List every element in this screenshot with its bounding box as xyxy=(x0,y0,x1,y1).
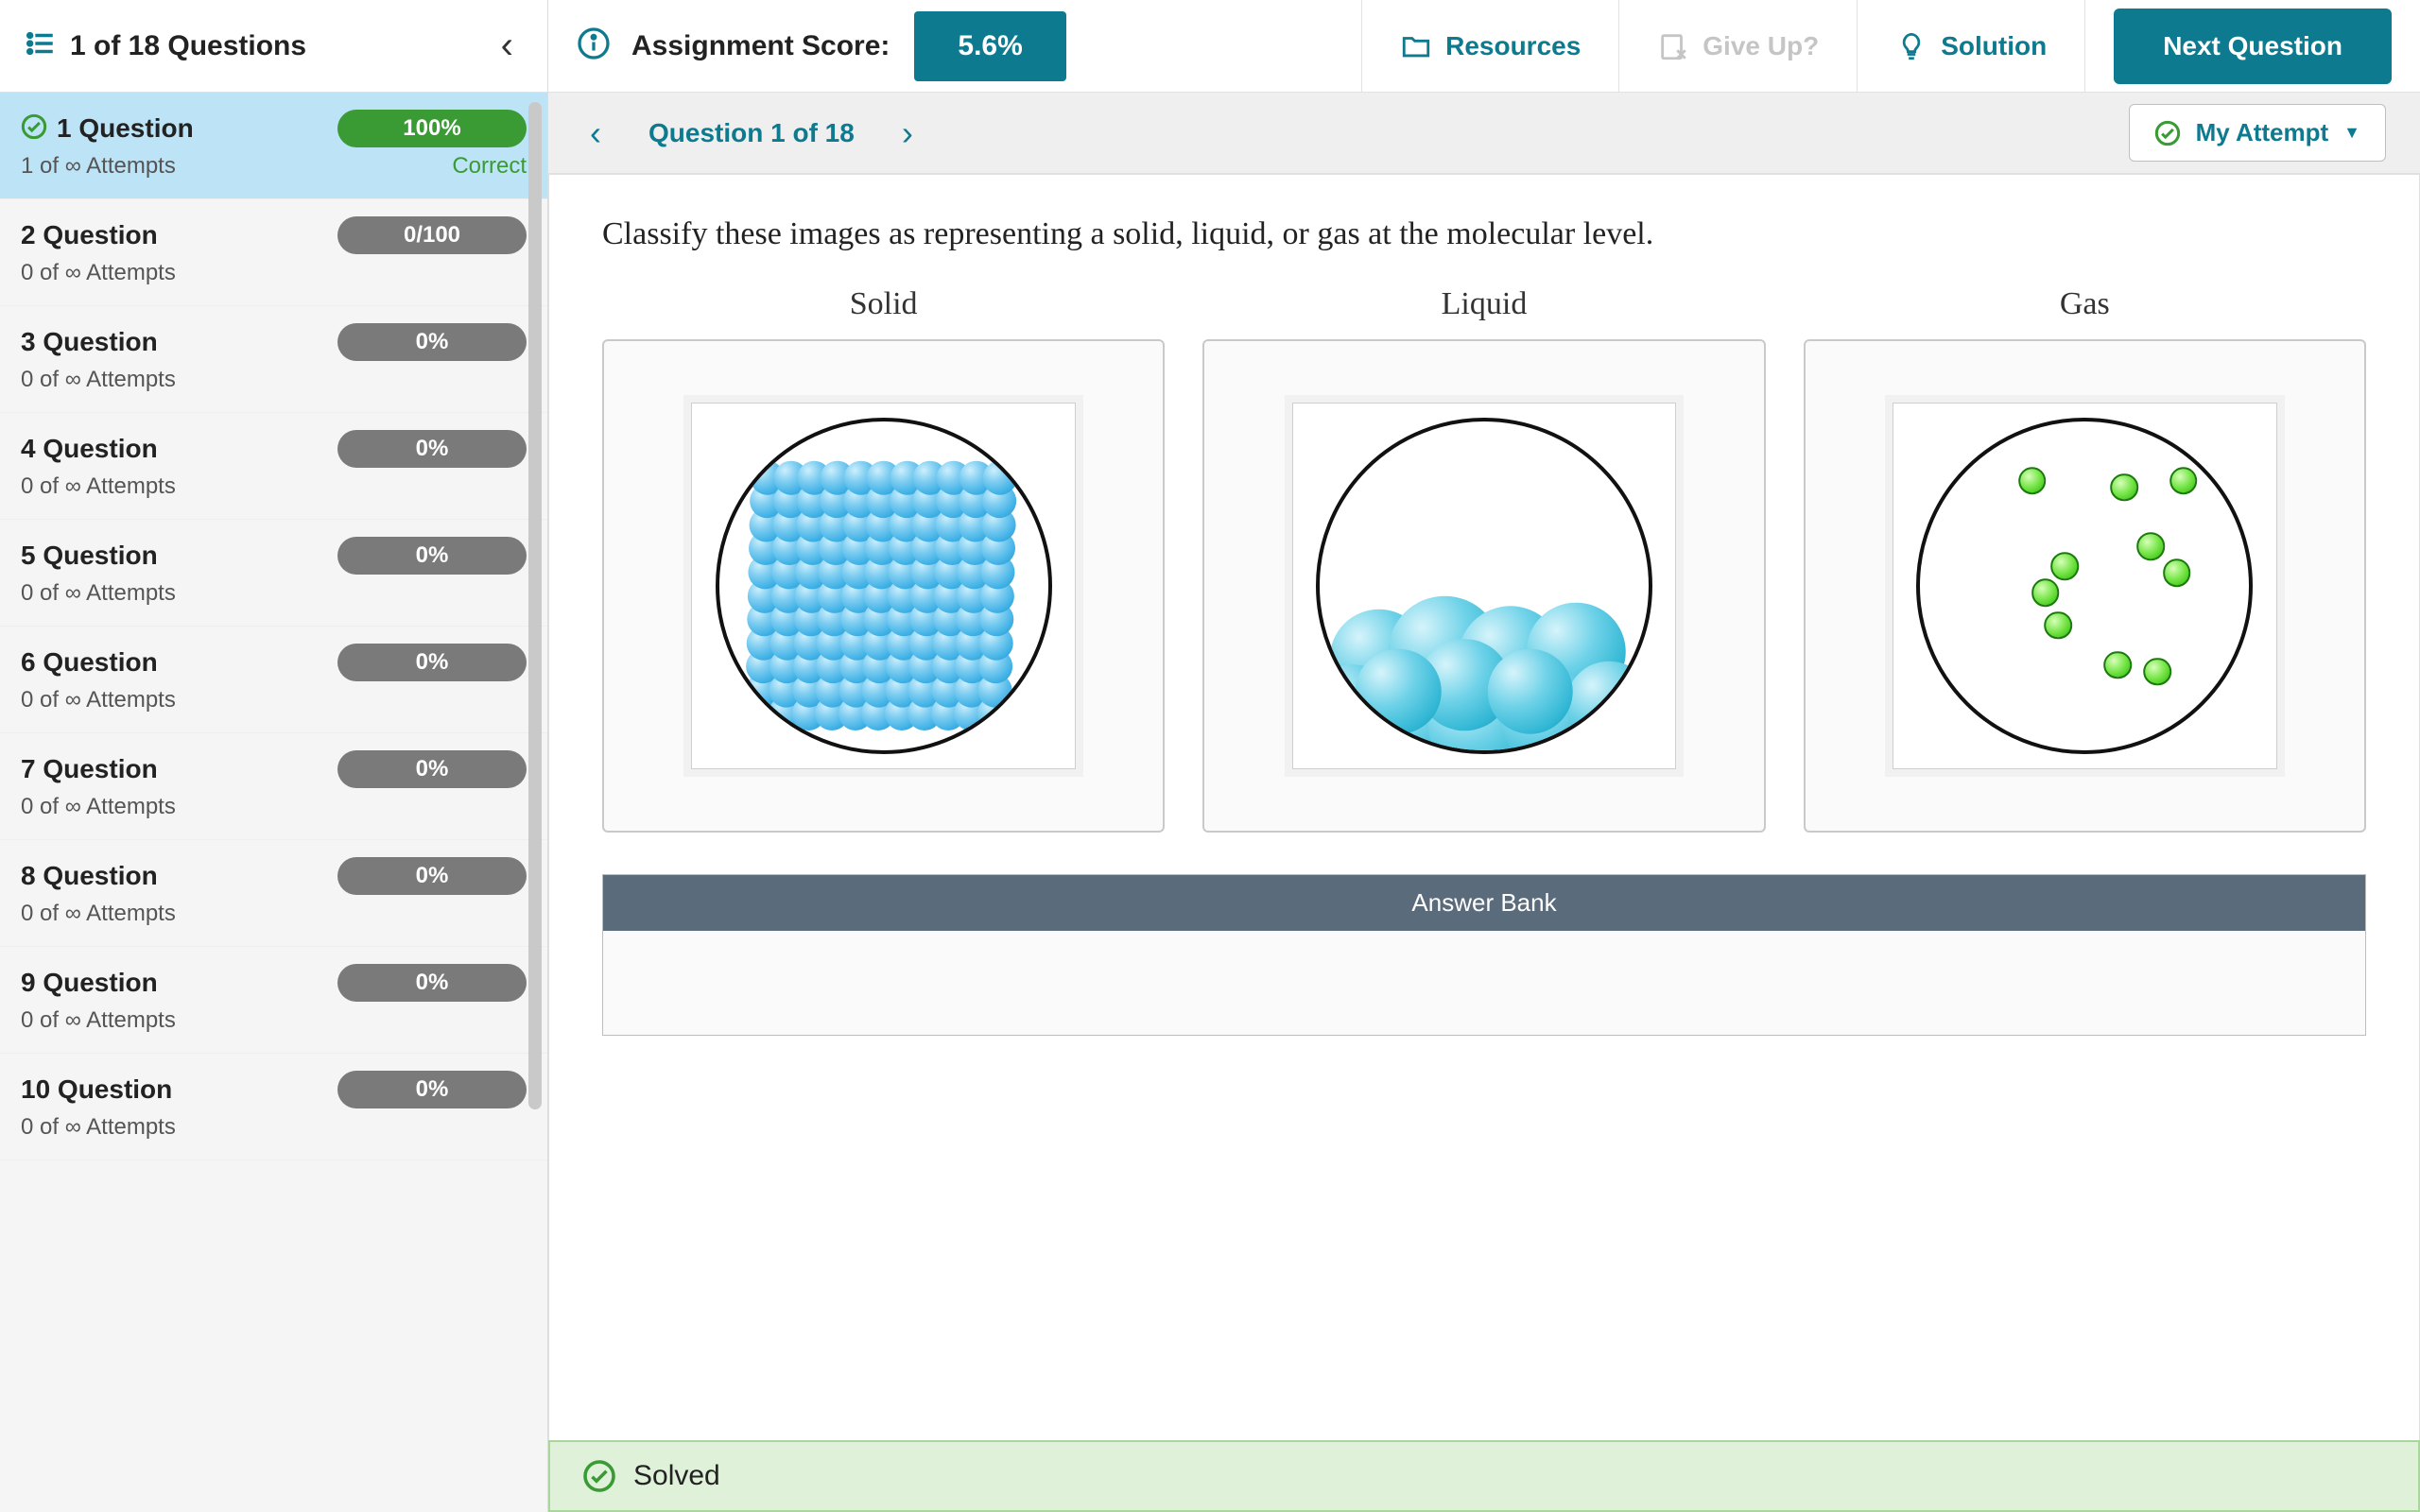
prev-question-button[interactable]: ‹ xyxy=(582,108,609,159)
give-up-label: Give Up? xyxy=(1703,31,1819,61)
question-label: 1 Question xyxy=(57,113,194,144)
question-content: Classify these images as representing a … xyxy=(548,174,2420,1512)
molecule-view-gas xyxy=(1916,418,2253,754)
score-badge: 0% xyxy=(337,857,527,895)
question-counter-label: Question 1 of 18 xyxy=(648,118,855,148)
question-label: 5 Question xyxy=(21,541,158,571)
info-icon[interactable] xyxy=(577,26,611,65)
attempts-label: 0 of ∞ Attempts xyxy=(21,580,176,607)
attempts-label: 0 of ∞ Attempts xyxy=(21,1114,176,1141)
category-title-solid: Solid xyxy=(850,286,918,322)
status-footer: Solved xyxy=(548,1440,2420,1512)
drop-zone-liquid[interactable] xyxy=(1202,339,1765,833)
sidebar-item-question-9[interactable]: 9 Question 0% 0 of ∞ Attempts xyxy=(0,947,547,1054)
score-badge: 0% xyxy=(337,750,527,788)
answer-card-gas[interactable] xyxy=(1893,403,2277,768)
score-badge: 0% xyxy=(337,1071,527,1108)
sidebar-item-question-3[interactable]: 3 Question 0% 0 of ∞ Attempts xyxy=(0,306,547,413)
sidebar-item-question-1[interactable]: 1 Question 100% 1 of ∞ Attempts Correct xyxy=(0,93,547,199)
answer-bank-title: Answer Bank xyxy=(603,875,2365,931)
next-question-nav-button[interactable]: › xyxy=(894,108,921,159)
sidebar-item-question-10[interactable]: 10 Question 0% 0 of ∞ Attempts xyxy=(0,1054,547,1160)
answer-card-solid[interactable] xyxy=(691,403,1076,768)
check-circle-icon xyxy=(21,113,47,145)
solution-button[interactable]: Solution xyxy=(1857,0,2084,92)
attempts-label: 0 of ∞ Attempts xyxy=(21,367,176,393)
question-list[interactable]: 1 Question 100% 1 of ∞ Attempts Correct 2 Qu… xyxy=(0,93,547,1512)
status-footer-label: Solved xyxy=(633,1460,720,1492)
next-question-button[interactable]: Next Question xyxy=(2114,9,2392,84)
category-title-liquid: Liquid xyxy=(1442,286,1528,322)
score-badge: 0% xyxy=(337,964,527,1002)
category-title-gas: Gas xyxy=(2060,286,2110,322)
sidebar: 1 of 18 Questions ‹ 1 Question 100% 1 of ∞… xyxy=(0,0,548,1512)
category-row: Solid Liquid xyxy=(602,286,2366,833)
main-area: Assignment Score: 5.6% Resources Give Up… xyxy=(548,0,2420,1512)
sidebar-scrollbar[interactable] xyxy=(528,102,542,1501)
category-liquid: Liquid xyxy=(1202,286,1765,833)
category-gas: Gas xyxy=(1804,286,2366,833)
question-prompt: Classify these images as representing a … xyxy=(602,216,2366,252)
question-label: 2 Question xyxy=(21,220,158,250)
score-badge: 0% xyxy=(337,644,527,681)
answer-card-liquid[interactable] xyxy=(1292,403,1677,768)
molecule-view-liquid xyxy=(1316,418,1652,754)
attempts-label: 0 of ∞ Attempts xyxy=(21,260,176,286)
molecule-view-solid xyxy=(716,418,1052,754)
attempt-label: My Attempt xyxy=(2196,118,2329,147)
check-circle-icon xyxy=(582,1459,616,1493)
sidebar-item-question-6[interactable]: 6 Question 0% 0 of ∞ Attempts xyxy=(0,627,547,733)
chevron-down-icon: ▼ xyxy=(2343,123,2360,143)
topbar: Assignment Score: 5.6% Resources Give Up… xyxy=(548,0,2420,93)
sidebar-item-question-5[interactable]: 5 Question 0% 0 of ∞ Attempts xyxy=(0,520,547,627)
question-label: 4 Question xyxy=(21,434,158,464)
score-badge: 0/100 xyxy=(337,216,527,254)
question-label: 6 Question xyxy=(21,647,158,678)
score-badge: 100% xyxy=(337,110,527,147)
sidebar-header: 1 of 18 Questions ‹ xyxy=(0,0,547,93)
next-question-label: Next Question xyxy=(2163,31,2342,60)
collapse-sidebar-button[interactable]: ‹ xyxy=(492,19,523,73)
list-icon xyxy=(25,27,57,64)
question-label: 3 Question xyxy=(21,327,158,357)
attempts-label: 0 of ∞ Attempts xyxy=(21,794,176,820)
score-badge: 0% xyxy=(337,537,527,575)
assignment-score-label: Assignment Score: xyxy=(631,30,890,62)
answer-bank: Answer Bank xyxy=(602,874,2366,1036)
attempts-label: 0 of ∞ Attempts xyxy=(21,1007,176,1034)
status-label: Correct xyxy=(452,153,527,180)
question-label: 9 Question xyxy=(21,968,158,998)
assignment-score-value: 5.6% xyxy=(914,11,1065,81)
attempts-label: 0 of ∞ Attempts xyxy=(21,901,176,927)
question-label: 8 Question xyxy=(21,861,158,891)
sidebar-item-question-7[interactable]: 7 Question 0% 0 of ∞ Attempts xyxy=(0,733,547,840)
question-nav-bar: ‹ Question 1 of 18 › My Attempt ▼ xyxy=(548,93,2420,174)
sidebar-item-question-8[interactable]: 8 Question 0% 0 of ∞ Attempts xyxy=(0,840,547,947)
resources-button[interactable]: Resources xyxy=(1361,0,1618,92)
solution-label: Solution xyxy=(1941,31,2047,61)
sidebar-item-question-2[interactable]: 2 Question 0/100 0 of ∞ Attempts xyxy=(0,199,547,306)
sidebar-scrollbar-thumb[interactable] xyxy=(528,102,542,1109)
score-badge: 0% xyxy=(337,323,527,361)
give-up-button: Give Up? xyxy=(1618,0,1857,92)
attempts-label: 0 of ∞ Attempts xyxy=(21,473,176,500)
category-solid: Solid xyxy=(602,286,1165,833)
answer-bank-body[interactable] xyxy=(603,931,2365,1035)
attempts-label: 1 of ∞ Attempts xyxy=(21,153,176,180)
question-counter-title: 1 of 18 Questions xyxy=(70,30,306,62)
drop-zone-solid[interactable] xyxy=(602,339,1165,833)
drop-zone-gas[interactable] xyxy=(1804,339,2366,833)
score-badge: 0% xyxy=(337,430,527,468)
attempt-dropdown[interactable]: My Attempt ▼ xyxy=(2129,104,2386,162)
resources-label: Resources xyxy=(1445,31,1581,61)
sidebar-item-question-4[interactable]: 4 Question 0% 0 of ∞ Attempts xyxy=(0,413,547,520)
question-label: 10 Question xyxy=(21,1074,172,1105)
question-label: 7 Question xyxy=(21,754,158,784)
attempts-label: 0 of ∞ Attempts xyxy=(21,687,176,713)
